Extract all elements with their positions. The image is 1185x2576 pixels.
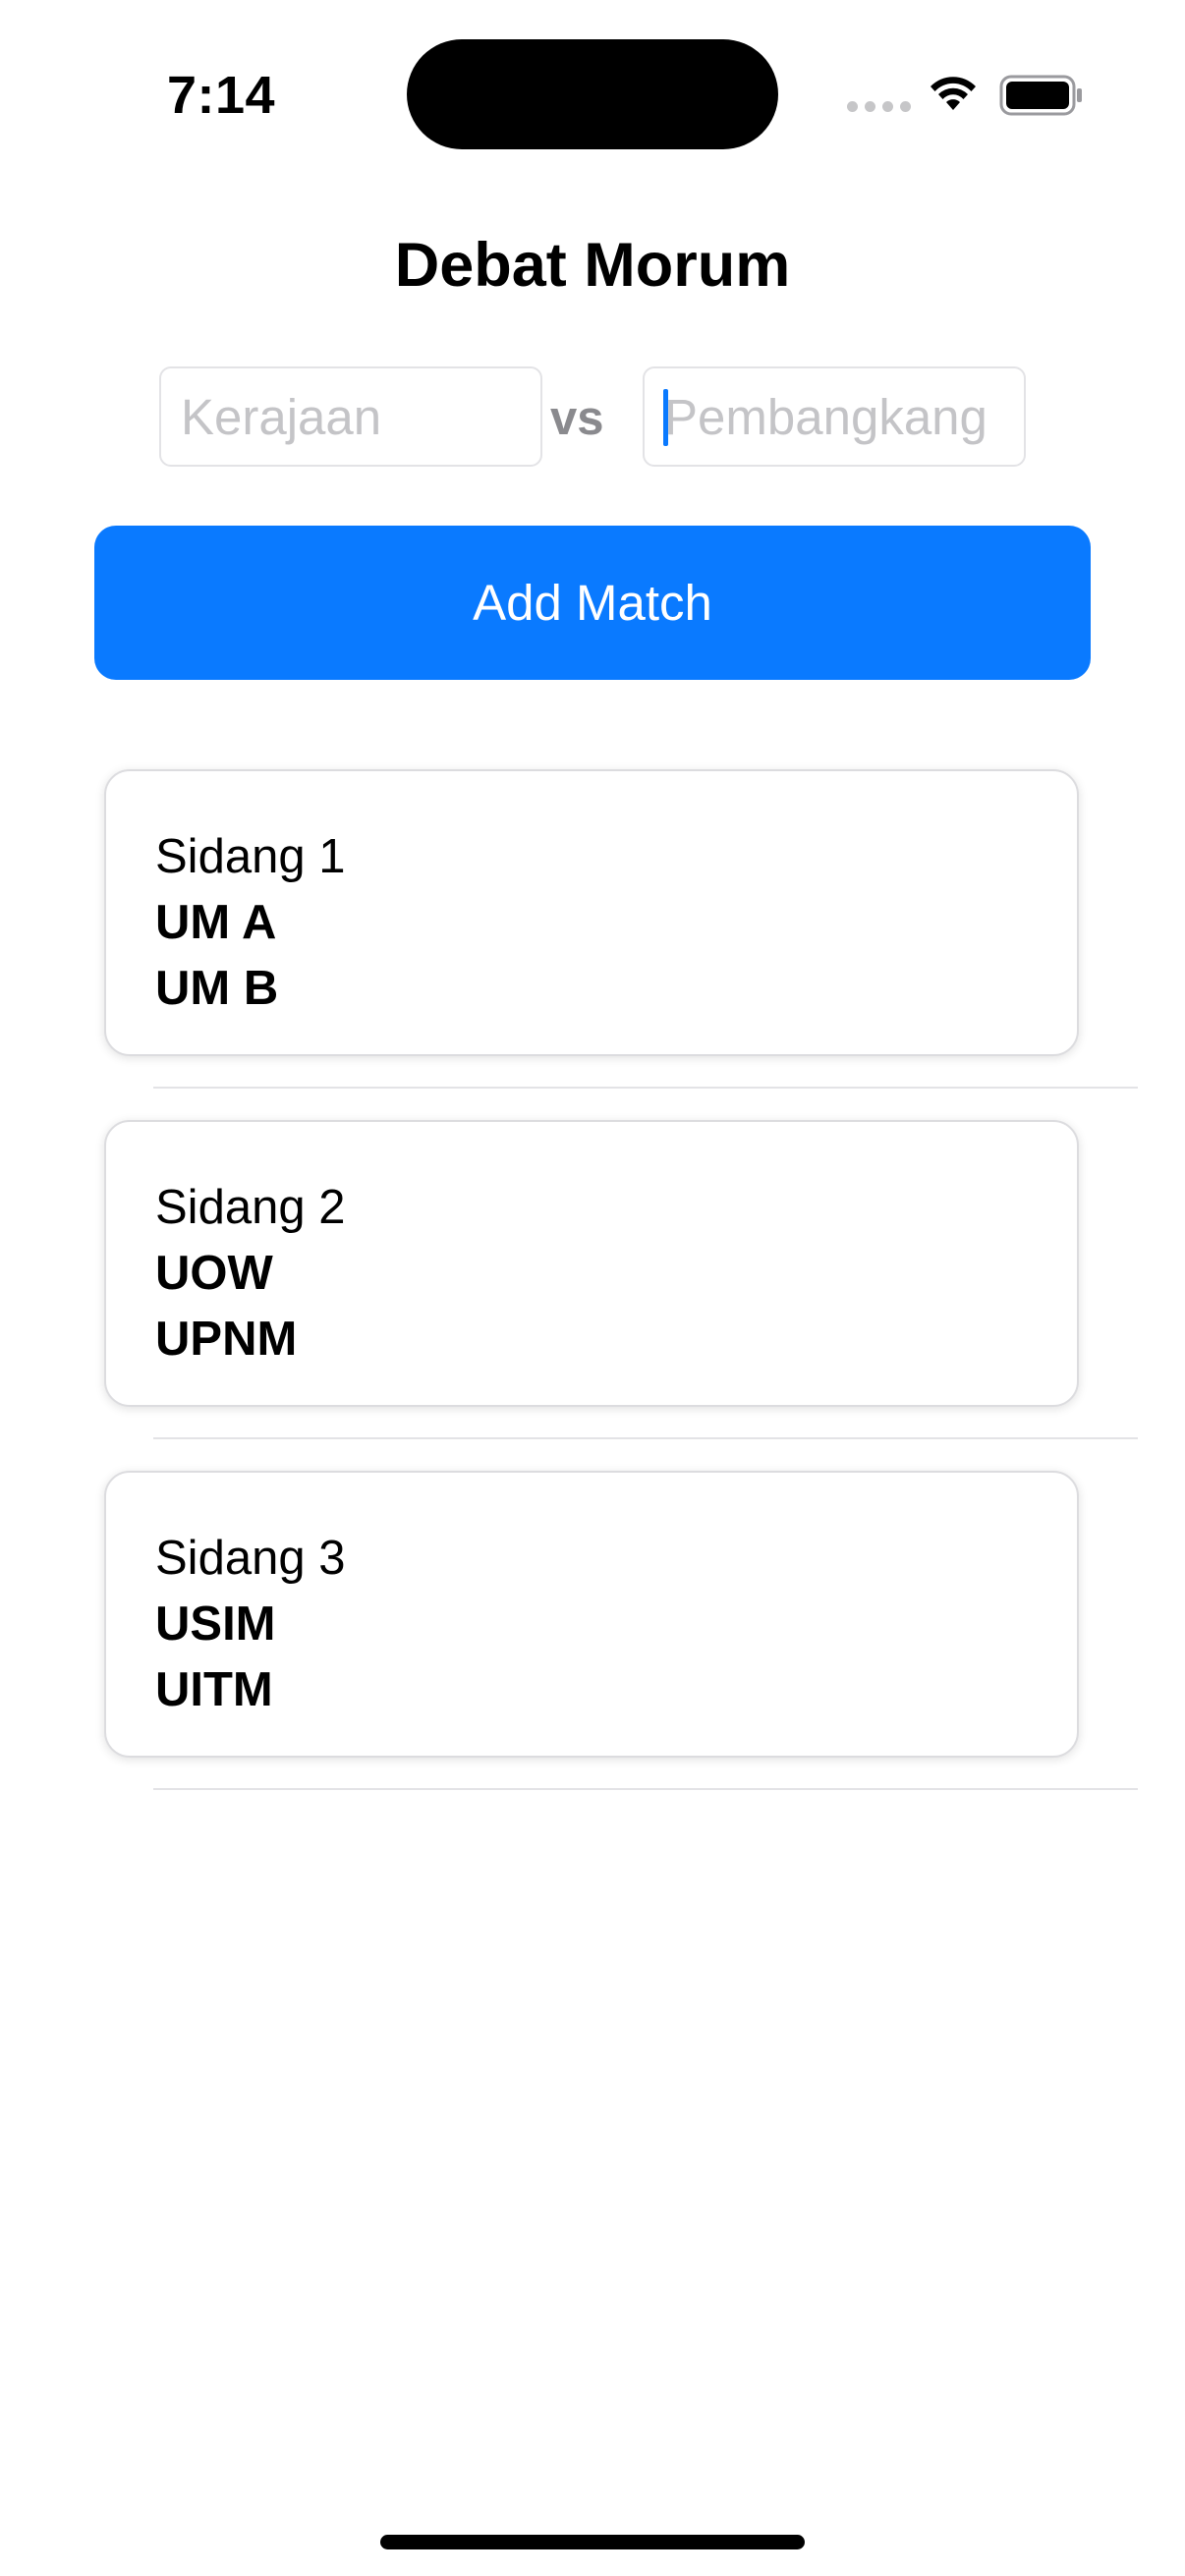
match-court: Sidang 1	[155, 830, 346, 883]
pembangkang-input[interactable]	[643, 366, 1026, 467]
match-card[interactable]: Sidang 3 USIM UITM	[104, 1471, 1079, 1758]
add-match-button[interactable]: Add Match	[94, 526, 1091, 680]
page-title: Debat Morum	[394, 231, 791, 300]
text-cursor	[663, 389, 668, 446]
match-team-b: UITM	[155, 1663, 273, 1716]
vs-label: vs	[550, 392, 604, 445]
match-team-a: USIM	[155, 1597, 276, 1651]
wifi-icon	[931, 77, 976, 110]
cellular-signal-icon	[847, 101, 911, 112]
match-court: Sidang 2	[155, 1181, 346, 1234]
dynamic-island	[407, 39, 778, 149]
home-indicator[interactable]	[380, 2535, 805, 2549]
battery-icon	[999, 75, 1082, 116]
match-team-b: UPNM	[155, 1313, 298, 1366]
match-team-a: UOW	[155, 1247, 273, 1300]
row-separator	[153, 1788, 1138, 1790]
kerajaan-input[interactable]	[159, 366, 542, 467]
match-card[interactable]: Sidang 2 UOW UPNM	[104, 1120, 1079, 1407]
row-separator	[153, 1087, 1138, 1089]
app-screen: 7:14 Debat Morum vs Add Match Sidang 1 U…	[0, 0, 1185, 2576]
match-court: Sidang 3	[155, 1532, 346, 1585]
match-team-a: UM A	[155, 896, 277, 949]
match-team-b: UM B	[155, 962, 279, 1015]
match-card[interactable]: Sidang 1 UM A UM B	[104, 769, 1079, 1056]
row-separator	[153, 1437, 1138, 1439]
status-time: 7:14	[167, 66, 276, 125]
